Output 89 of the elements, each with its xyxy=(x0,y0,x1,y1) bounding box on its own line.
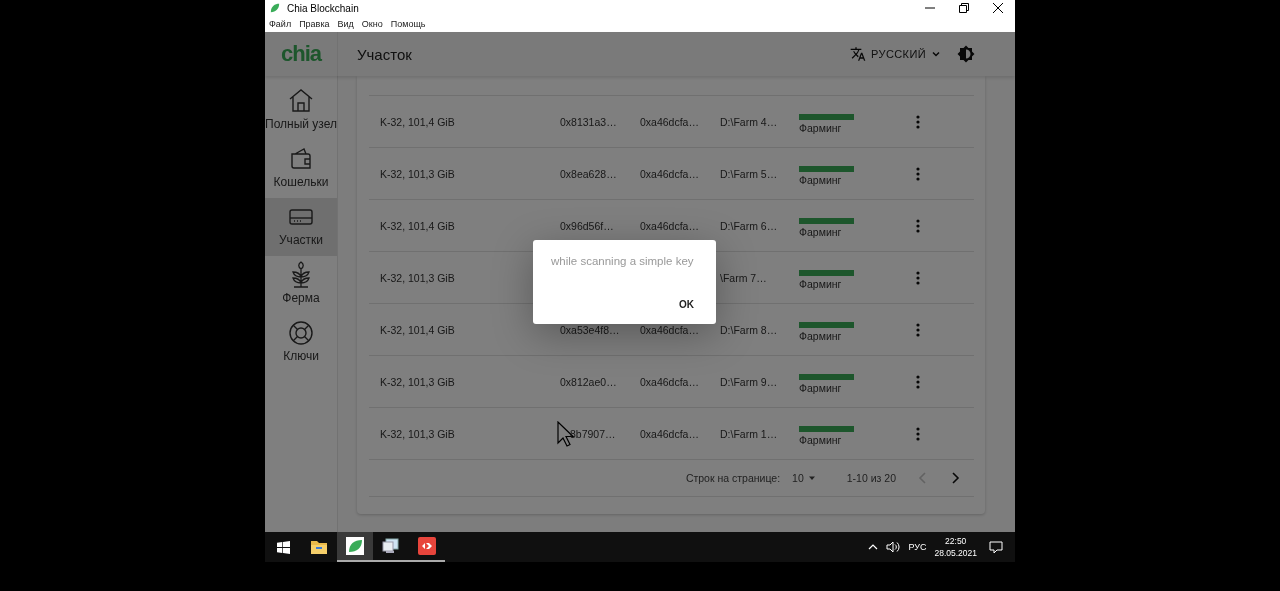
status-label: Фарминг xyxy=(799,277,842,290)
lifebuoy-icon xyxy=(287,319,315,347)
sidebar-item[interactable]: Кошельки xyxy=(265,140,337,198)
translate-icon xyxy=(850,46,866,62)
table-cell: 0xa53e4f8… xyxy=(560,323,620,336)
status-label: Фарминг xyxy=(799,225,842,238)
sidebar-item[interactable]: Участки xyxy=(265,198,337,256)
computer-icon xyxy=(382,537,400,555)
table-cell: D:\Farm 8… xyxy=(720,323,778,336)
table-cell: 0x8ea628… xyxy=(560,167,617,180)
more-icon[interactable] xyxy=(916,166,920,181)
table-cell: 0xa46dcfa… xyxy=(640,375,699,388)
menu-item[interactable]: Окно xyxy=(361,19,383,29)
windows-icon xyxy=(276,540,290,554)
table-cell-text: K-32, 101,4 GiB xyxy=(379,115,456,128)
more-icon[interactable] xyxy=(916,270,920,285)
menu-item[interactable]: Файл xyxy=(269,19,292,29)
sidebar-item[interactable]: Ключи xyxy=(265,314,337,372)
table-cell: 0x96d56f… xyxy=(560,219,614,232)
table-cell-text: K-32, 101,3 GiB xyxy=(379,427,456,440)
table-cell-text: K-32, 101,3 GiB xyxy=(379,271,456,284)
table-cell: D:\Farm 9… xyxy=(720,375,778,388)
menu-item[interactable]: Правка xyxy=(299,19,330,29)
leaf-icon xyxy=(346,537,364,555)
table-cell: D:\Farm 1… xyxy=(720,427,778,440)
more-icon[interactable] xyxy=(916,114,920,129)
more-icon[interactable] xyxy=(916,322,920,337)
status-bar xyxy=(799,321,854,328)
menu-item[interactable]: Вид xyxy=(337,19,354,29)
table-cell: D:\Farm 6… xyxy=(720,219,778,232)
page-range: 1-10 из 20 xyxy=(846,472,896,484)
house-icon xyxy=(287,87,315,115)
clock-date[interactable]: 28.05.2021 xyxy=(934,547,977,559)
table-cell: 0xa46dcfa… xyxy=(640,115,699,128)
more-icon[interactable] xyxy=(916,374,920,389)
dialog-message: while scanning a simple key xyxy=(550,254,695,267)
more-icon[interactable] xyxy=(916,426,920,441)
table-cell-text: K-32, 101,3 GiB xyxy=(379,167,456,180)
table-cell: 0x8131a3… xyxy=(560,115,617,128)
table-cell-text: K-32, 101,3 GiB xyxy=(379,375,456,388)
status-bar xyxy=(799,113,854,120)
table-cell: D:\Farm 4… xyxy=(720,115,778,128)
table-cell: \Farm 7… xyxy=(720,271,767,284)
language-selector[interactable]: РУССКИЙ xyxy=(850,46,941,62)
table-cell-text: K-32, 101,4 GiB xyxy=(379,219,456,232)
status-bar xyxy=(799,217,854,224)
table-cell: 0xa46dcfa… xyxy=(640,323,699,336)
table-cell: 0xa46dcfa… xyxy=(640,167,699,180)
input-language[interactable]: РУС xyxy=(908,542,927,552)
status-bar xyxy=(799,425,854,432)
page-title: Участок xyxy=(357,45,412,63)
status-label: Фарминг xyxy=(799,173,842,186)
table-cell-text: K-32, 101,4 GiB xyxy=(379,323,456,336)
more-icon[interactable] xyxy=(916,218,920,233)
table-cell: 8b7907… xyxy=(570,427,616,440)
status-label: Фарминг xyxy=(799,121,842,134)
rows-per-page-label: Строк на странице: xyxy=(685,472,781,484)
status-label: Фарминг xyxy=(799,329,842,342)
sidebar-item[interactable]: Ферма xyxy=(265,256,337,314)
notifications-icon[interactable] xyxy=(989,540,1003,554)
status-label: Фарминг xyxy=(799,381,842,394)
chevron-right-icon xyxy=(950,472,960,484)
restore-icon xyxy=(959,3,969,13)
chevron-up-icon[interactable] xyxy=(868,543,879,551)
status-bar xyxy=(799,373,854,380)
close-icon xyxy=(993,3,1003,13)
clock-time[interactable]: 22:50 xyxy=(945,535,967,547)
remote-app-icon xyxy=(418,537,436,555)
sidebar-item[interactable]: Полный узел xyxy=(265,82,337,140)
table-cell: D:\Farm 5… xyxy=(720,167,778,180)
rows-per-page-select[interactable]: 10 xyxy=(792,472,817,484)
logo: chia xyxy=(281,41,321,67)
status-label: Фарминг xyxy=(799,433,842,446)
menu-item[interactable]: Помощь xyxy=(390,19,426,29)
caret-icon xyxy=(931,49,941,59)
chevron-left-icon xyxy=(918,472,928,484)
taskbar-app[interactable] xyxy=(337,532,373,562)
window-title: Chia Blockchain xyxy=(287,2,359,14)
table-cell: 0xa46dcfa… xyxy=(640,219,699,232)
ok-button[interactable]: OK xyxy=(669,295,704,314)
folder-icon xyxy=(310,538,328,556)
volume-icon[interactable] xyxy=(886,541,901,553)
next-page-button[interactable] xyxy=(950,472,960,484)
status-bar xyxy=(799,269,854,276)
table-cell: 0xa46dcfa… xyxy=(640,427,699,440)
table-cell: 0x812ae0… xyxy=(560,375,617,388)
theme-icon[interactable] xyxy=(957,45,975,63)
leaf-icon xyxy=(270,3,280,13)
status-bar xyxy=(799,165,854,172)
